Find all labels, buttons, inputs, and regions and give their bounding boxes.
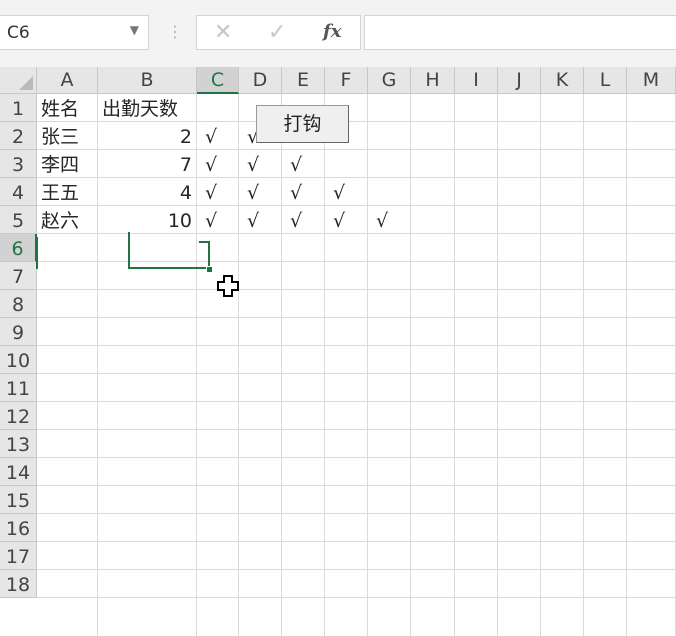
gridline-horizontal bbox=[37, 513, 676, 514]
gridline-horizontal bbox=[37, 485, 676, 486]
gridline-horizontal bbox=[37, 289, 676, 290]
row-header-13[interactable]: 13 bbox=[0, 430, 37, 458]
name-box[interactable]: C6 ▼ bbox=[0, 15, 149, 50]
cell-a3[interactable]: 李四 bbox=[37, 150, 98, 178]
gridline-horizontal bbox=[37, 597, 676, 598]
select-all-button[interactable] bbox=[0, 67, 37, 94]
cell-d4[interactable]: √ bbox=[239, 178, 286, 206]
column-header-l[interactable]: L bbox=[584, 67, 627, 94]
tick-button[interactable]: 打钩 bbox=[256, 105, 349, 143]
column-header-g[interactable]: G bbox=[368, 67, 411, 94]
cell-d5[interactable]: √ bbox=[239, 206, 286, 234]
gridline-vertical bbox=[410, 94, 411, 636]
column-header-b[interactable]: B bbox=[98, 67, 197, 94]
enter-icon[interactable]: ✓ bbox=[268, 20, 286, 45]
cell-g5[interactable]: √ bbox=[368, 206, 415, 234]
gridline-horizontal bbox=[37, 317, 676, 318]
row-header-1[interactable]: 1 bbox=[0, 94, 37, 122]
cell-e3[interactable]: √ bbox=[282, 150, 329, 178]
row-header-18[interactable]: 18 bbox=[0, 570, 37, 598]
cell-a2[interactable]: 张三 bbox=[37, 122, 98, 150]
cell-e4[interactable]: √ bbox=[282, 178, 329, 206]
cell-c4[interactable]: √ bbox=[197, 178, 243, 206]
column-header-e[interactable]: E bbox=[282, 67, 325, 94]
cell-b2[interactable]: 2 bbox=[98, 122, 192, 150]
cell-c5[interactable]: √ bbox=[197, 206, 243, 234]
formula-buttons: ✕ ✓ fx bbox=[196, 15, 361, 50]
spreadsheet-grid[interactable]: A B C D E F G H I J K L M 1 2 3 4 5 6 7 8 9 10 11 12 13 14 15 16 17 18… bbox=[0, 67, 676, 636]
cell-f5[interactable]: √ bbox=[325, 206, 372, 234]
column-header-f[interactable]: F bbox=[325, 67, 368, 94]
row-header-15[interactable]: 15 bbox=[0, 486, 37, 514]
cell-f4[interactable]: √ bbox=[325, 178, 372, 206]
cell-a1[interactable]: 姓名 bbox=[37, 94, 98, 122]
gridline-horizontal bbox=[37, 429, 676, 430]
select-all-icon bbox=[19, 76, 33, 90]
gridline-vertical bbox=[626, 94, 627, 636]
row-header-9[interactable]: 9 bbox=[0, 318, 37, 346]
name-box-value: C6 bbox=[7, 23, 30, 43]
cell-d3[interactable]: √ bbox=[239, 150, 286, 178]
gridline-horizontal bbox=[37, 569, 676, 570]
row-header-6[interactable]: 6 bbox=[0, 234, 37, 262]
row-header-16[interactable]: 16 bbox=[0, 514, 37, 542]
row-header-14[interactable]: 14 bbox=[0, 458, 37, 486]
cell-select-cursor-icon bbox=[217, 275, 239, 297]
row-header-11[interactable]: 11 bbox=[0, 374, 37, 402]
column-header-c[interactable]: C bbox=[197, 67, 239, 94]
drag-handle-icon[interactable]: ⋮ bbox=[167, 22, 183, 41]
cell-c3[interactable]: √ bbox=[197, 150, 243, 178]
chevron-down-icon[interactable]: ▼ bbox=[130, 23, 139, 37]
column-header-m[interactable]: M bbox=[627, 67, 676, 94]
gridline-horizontal bbox=[37, 373, 676, 374]
gridline-horizontal bbox=[37, 541, 676, 542]
row-header-12[interactable]: 12 bbox=[0, 402, 37, 430]
gridline-horizontal bbox=[37, 457, 676, 458]
row-header-17[interactable]: 17 bbox=[0, 542, 37, 570]
row-header-8[interactable]: 8 bbox=[0, 290, 37, 318]
gridline-vertical bbox=[497, 94, 498, 636]
copy-marquee-right bbox=[208, 241, 210, 269]
column-header-h[interactable]: H bbox=[411, 67, 455, 94]
gridline-vertical bbox=[367, 94, 368, 636]
row-header-4[interactable]: 4 bbox=[0, 178, 37, 206]
cell-a4[interactable]: 王五 bbox=[37, 178, 98, 206]
cell-a5[interactable]: 赵六 bbox=[37, 206, 98, 234]
row-header-2[interactable]: 2 bbox=[0, 122, 37, 150]
gridline-vertical bbox=[583, 94, 584, 636]
gridline-horizontal bbox=[37, 345, 676, 346]
gridline-vertical bbox=[454, 94, 455, 636]
column-header-d[interactable]: D bbox=[239, 67, 282, 94]
copy-marquee-left bbox=[36, 237, 38, 269]
gridline-vertical bbox=[540, 94, 541, 636]
cell-c2[interactable]: √ bbox=[197, 122, 243, 150]
fill-handle[interactable] bbox=[206, 266, 213, 273]
cell-e5[interactable]: √ bbox=[282, 206, 329, 234]
cell-b1[interactable]: 出勤天数 bbox=[98, 94, 197, 122]
cell-b5[interactable]: 10 bbox=[98, 206, 192, 234]
column-header-a[interactable]: A bbox=[37, 67, 98, 94]
gridline-horizontal bbox=[37, 401, 676, 402]
column-header-j[interactable]: J bbox=[498, 67, 541, 94]
formula-bar: C6 ▼ ⋮ ✕ ✓ fx bbox=[0, 0, 676, 67]
column-header-k[interactable]: K bbox=[541, 67, 584, 94]
formula-input[interactable] bbox=[364, 15, 676, 50]
cancel-icon[interactable]: ✕ bbox=[214, 20, 232, 45]
column-header-i[interactable]: I bbox=[455, 67, 498, 94]
row-header-5[interactable]: 5 bbox=[0, 206, 37, 234]
row-header-10[interactable]: 10 bbox=[0, 346, 37, 374]
copy-marquee bbox=[128, 232, 209, 269]
row-header-7[interactable]: 7 bbox=[0, 262, 37, 290]
cell-b4[interactable]: 4 bbox=[98, 178, 192, 206]
cell-b3[interactable]: 7 bbox=[98, 150, 192, 178]
row-header-3[interactable]: 3 bbox=[0, 150, 37, 178]
insert-function-icon[interactable]: fx bbox=[323, 21, 341, 42]
